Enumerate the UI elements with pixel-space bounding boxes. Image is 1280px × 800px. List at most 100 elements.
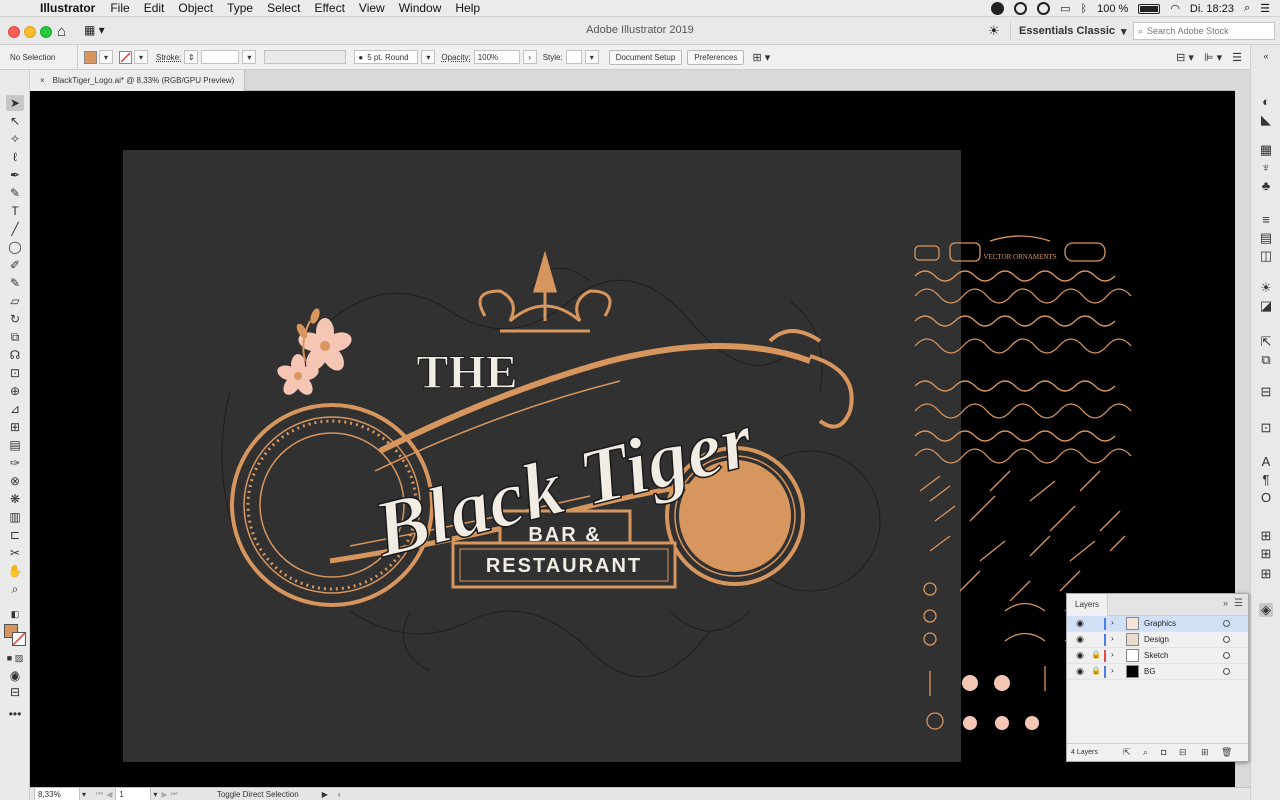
collapse-dock-icon[interactable]: « xyxy=(1259,49,1273,63)
artboard-tool-icon[interactable]: ⊏ xyxy=(6,527,24,543)
sync-icon[interactable] xyxy=(1014,2,1028,15)
expand-arrow-icon[interactable]: › xyxy=(1111,618,1114,627)
target-circle-icon[interactable] xyxy=(1223,652,1230,659)
panel-menu-icon[interactable]: ☰ xyxy=(1234,598,1243,609)
lock-icon[interactable]: 🔒 xyxy=(1091,650,1101,659)
brush-dropdown[interactable]: ▾ xyxy=(421,50,436,64)
swatches-panel-icon[interactable]: ▦ xyxy=(1259,143,1273,157)
last-artboard-icon[interactable]: ⏭ xyxy=(171,789,178,799)
fill-stroke-widget[interactable] xyxy=(4,624,26,646)
align-options-icon[interactable]: ⊫ ▾ xyxy=(1204,51,1222,64)
asset-export-icon[interactable]: ⊡ xyxy=(1259,421,1273,435)
symbol-sprayer-tool-icon[interactable]: ❋ xyxy=(6,491,24,507)
minimize-window-button[interactable] xyxy=(24,26,36,38)
panel-menu-icon[interactable]: ☰ xyxy=(1232,51,1242,64)
wifi-icon[interactable]: ◠ xyxy=(1170,2,1180,15)
default-colors-icon[interactable]: ◧ ↺ xyxy=(6,606,24,635)
stroke-dropdown[interactable]: ▾ xyxy=(134,50,148,64)
close-window-button[interactable] xyxy=(8,26,20,38)
mesh-tool-icon[interactable]: ⊞ xyxy=(6,419,24,435)
menu-window[interactable]: Window xyxy=(392,1,449,15)
visibility-eye-icon[interactable]: ◉ xyxy=(1075,650,1085,661)
color-guide-icon[interactable]: ◣ xyxy=(1259,113,1273,127)
layer-name[interactable]: Design xyxy=(1144,635,1169,644)
slice-tool-icon[interactable]: ✂ xyxy=(6,545,24,561)
expand-arrow-icon[interactable]: › xyxy=(1111,666,1114,675)
arrange-documents-icon[interactable]: ▦ ▾ xyxy=(84,23,105,37)
variable-width-profile[interactable] xyxy=(264,50,347,64)
previous-artboard-icon[interactable]: ◀ xyxy=(106,790,112,799)
opacity-dropdown[interactable]: › xyxy=(522,50,537,64)
search-stock-field[interactable]: ⌕ Search Adobe Stock xyxy=(1133,22,1275,40)
lasso-tool-icon[interactable]: ℓ xyxy=(6,149,24,165)
battery-icon[interactable] xyxy=(1138,3,1161,14)
status-menu-icon[interactable]: ▶ xyxy=(322,790,328,799)
color-panel-icon[interactable]: ◐ xyxy=(1259,95,1273,109)
expand-arrow-icon[interactable]: › xyxy=(1111,650,1114,659)
delete-layer-icon[interactable]: 🗑 xyxy=(1221,747,1232,758)
visibility-eye-icon[interactable]: ◉ xyxy=(1075,618,1085,629)
artboards-panel-icon[interactable]: ⧉ xyxy=(1259,353,1273,367)
notification-center-icon[interactable]: ☰ xyxy=(1260,2,1270,15)
spotlight-icon[interactable]: ⌕ xyxy=(1244,2,1250,15)
brush-control[interactable]: ● 5 pt. Round ▾ xyxy=(346,45,436,70)
stroke-panel-icon[interactable]: ≡ xyxy=(1259,213,1273,227)
fill-control[interactable]: ▾ xyxy=(78,45,113,70)
transform-panel-icon[interactable]: ⊞ xyxy=(1259,529,1273,543)
layers-panel-icon[interactable]: ◈ xyxy=(1259,603,1273,617)
pathfinder-panel-icon[interactable]: ⊞ xyxy=(1259,547,1273,561)
graphic-styles-icon[interactable]: ◪ xyxy=(1259,299,1273,313)
next-artboard-icon[interactable]: ▶ xyxy=(161,790,167,799)
artboard-dropdown[interactable]: ▾ xyxy=(153,790,157,799)
perspective-grid-tool-icon[interactable]: ⊿ xyxy=(6,401,24,417)
layer-name[interactable]: Sketch xyxy=(1144,651,1168,660)
bluetooth-icon[interactable]: ᛒ xyxy=(1081,3,1088,15)
app-menu[interactable]: Illustrator xyxy=(40,1,95,15)
lock-icon[interactable]: 🔒 xyxy=(1091,666,1101,675)
appearance-panel-icon[interactable]: ☀ xyxy=(1259,281,1273,295)
paintbrush-tool-icon[interactable]: ✐ xyxy=(6,257,24,273)
canvas[interactable]: THE Black Tiger BAR & RESTAURANT VECTOR … xyxy=(30,91,1235,787)
rotate-tool-icon[interactable]: ↻ xyxy=(6,311,24,327)
new-layer-icon[interactable]: ⊞ xyxy=(1201,747,1209,758)
zoom-level-field[interactable]: 8,33% xyxy=(34,787,80,800)
magic-wand-tool-icon[interactable]: ✧ xyxy=(6,131,24,147)
align-panel-icon[interactable]: ⊟ xyxy=(1259,385,1273,399)
menu-type[interactable]: Type xyxy=(220,1,260,15)
free-transform-tool-icon[interactable]: ⊡ xyxy=(6,365,24,381)
style-dropdown[interactable]: ▾ xyxy=(584,50,599,64)
arrange-options[interactable]: ⊞ ▾ xyxy=(744,45,770,70)
graph-tool-icon[interactable]: ▥ xyxy=(6,509,24,525)
scale-tool-icon[interactable]: ⧉ xyxy=(6,329,24,345)
target-circle-icon[interactable] xyxy=(1223,636,1230,643)
draw-mode-icon[interactable]: ◉ xyxy=(6,668,24,684)
gradient-panel-icon[interactable]: ▤ xyxy=(1259,231,1273,245)
menu-effect[interactable]: Effect xyxy=(307,1,351,15)
more-tools-icon[interactable]: ••• xyxy=(6,706,24,722)
eyedropper-tool-icon[interactable]: ✑ xyxy=(6,455,24,471)
workspace-switcher[interactable]: Essentials Classic ▾ xyxy=(1010,22,1136,40)
close-tab-icon[interactable]: × xyxy=(40,76,45,85)
screen-mode-icon[interactable]: ⊟ xyxy=(6,684,24,700)
fill-swatch[interactable] xyxy=(84,50,97,64)
selection-tool-icon[interactable]: ➤ xyxy=(6,95,24,111)
symbols-panel-icon[interactable]: ♣ xyxy=(1259,179,1273,193)
style-swatch[interactable] xyxy=(565,50,582,64)
make-clipping-mask-icon[interactable]: ◘ xyxy=(1161,747,1166,757)
pen-tool-icon[interactable]: ✒ xyxy=(6,167,24,183)
layer-name[interactable]: Graphics xyxy=(1144,619,1176,628)
ring-icon[interactable] xyxy=(1037,2,1051,15)
eraser-tool-icon[interactable]: ▱ xyxy=(6,293,24,309)
menu-view[interactable]: View xyxy=(352,1,392,15)
layer-row-graphics[interactable]: ◉ › Graphics xyxy=(1067,616,1248,632)
stroke-swatch[interactable] xyxy=(119,50,132,64)
direct-selection-tool-icon[interactable]: ↖ xyxy=(6,113,24,129)
fill-dropdown[interactable]: ▾ xyxy=(99,50,113,64)
stroke-color-swatch[interactable] xyxy=(12,632,26,646)
export-for-screens-icon[interactable]: ⇱ xyxy=(1123,747,1131,758)
cast-icon[interactable]: ▭ xyxy=(1060,2,1070,15)
export-panel-icon[interactable]: ⇱ xyxy=(1259,335,1273,349)
first-artboard-icon[interactable]: ⏮ xyxy=(96,789,103,799)
scroll-left-icon[interactable]: ‹ xyxy=(338,790,341,799)
menu-object[interactable]: Object xyxy=(171,1,220,15)
